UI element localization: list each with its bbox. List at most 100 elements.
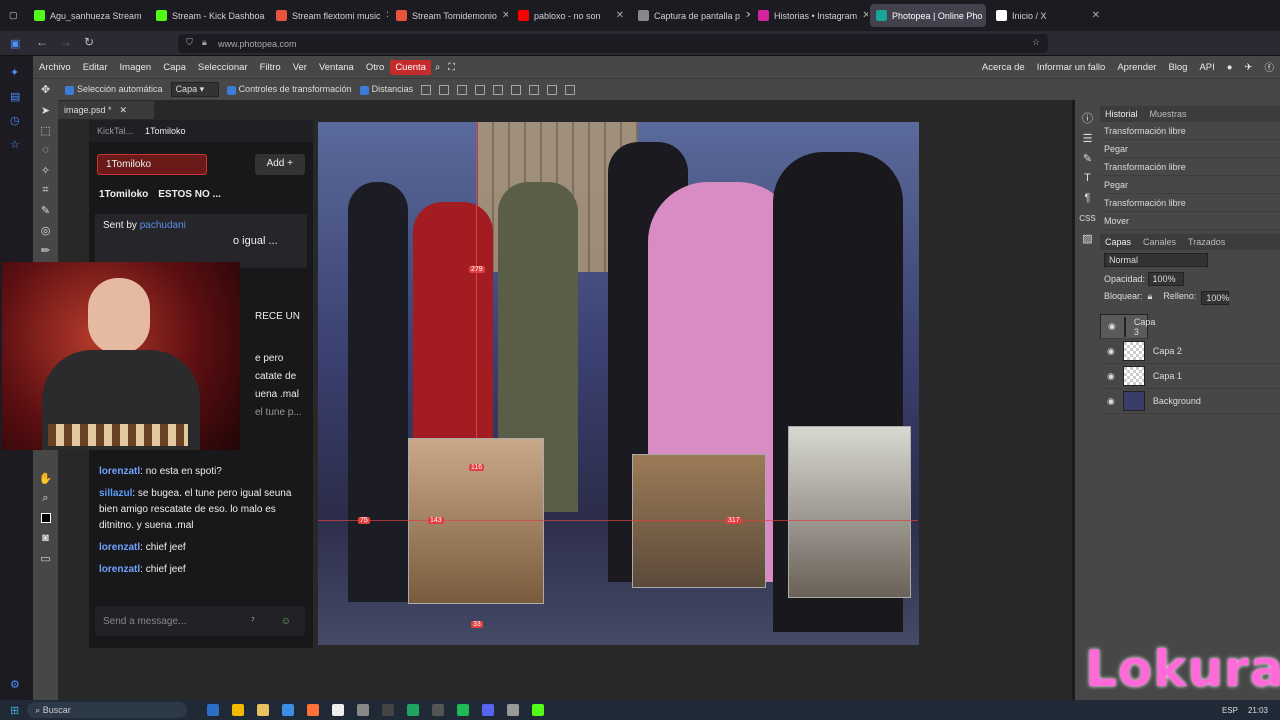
- app-icon[interactable]: [507, 704, 520, 716]
- app-icon[interactable]: [207, 704, 220, 716]
- chat-username[interactable]: lorenzatl: [99, 564, 140, 575]
- sidebar-toggle-icon[interactable]: ▣: [10, 37, 20, 50]
- menu-filtro[interactable]: Filtro: [254, 62, 287, 73]
- blend-mode-dropdown[interactable]: Normal: [1104, 253, 1208, 267]
- chat-username[interactable]: lorenzatl: [99, 542, 140, 553]
- customize-icon[interactable]: ⚙: [10, 678, 20, 691]
- kick-emote-icon[interactable]: ☺: [281, 616, 291, 627]
- opacity-input[interactable]: 100%: [1147, 272, 1184, 286]
- layer-row[interactable]: ◉ Capa 3: [1100, 314, 1155, 339]
- brush-settings-icon[interactable]: ✎: [1075, 148, 1100, 168]
- tab-history[interactable]: Historial: [1105, 109, 1138, 119]
- menu-link[interactable]: Informar un fallo: [1031, 62, 1112, 73]
- search-icon[interactable]: ⌕: [431, 62, 444, 73]
- history-icon[interactable]: ◷: [10, 114, 20, 127]
- browser-tab[interactable]: Photopea | Online Pho✕: [870, 4, 986, 27]
- tab-layers[interactable]: Capas: [1105, 237, 1131, 247]
- bookmarks-icon[interactable]: ☆: [10, 138, 20, 151]
- history-item[interactable]: Mover: [1100, 212, 1280, 230]
- tab-paths[interactable]: Trazados: [1188, 237, 1225, 247]
- clock[interactable]: 21:03: [1248, 706, 1268, 715]
- tab-kicktalk[interactable]: KickTal...: [97, 126, 133, 136]
- close-icon[interactable]: ✕: [862, 10, 868, 21]
- app-icon[interactable]: [432, 704, 445, 716]
- align-top-icon[interactable]: [421, 84, 432, 95]
- menu-link[interactable]: Blog: [1162, 62, 1193, 73]
- distances-checkbox[interactable]: Distancias: [359, 84, 413, 95]
- visibility-eye-icon[interactable]: ◉: [1107, 346, 1115, 357]
- auto-select-dropdown[interactable]: Capa ▾: [170, 82, 219, 97]
- hand-tool-icon[interactable]: ✋: [33, 468, 58, 488]
- pinned-message[interactable]: Sent by pachudani o igual ...: [95, 214, 307, 268]
- align-right-icon[interactable]: [529, 84, 540, 95]
- history-item[interactable]: Transformación libre: [1100, 122, 1280, 140]
- menu-capa[interactable]: Capa: [157, 62, 192, 73]
- document-canvas[interactable]: 279 116 143 75 317 33: [318, 122, 919, 645]
- menu-editar[interactable]: Editar: [77, 62, 114, 73]
- pasted-image-layer-1[interactable]: [788, 426, 911, 598]
- app-icon[interactable]: [407, 704, 420, 716]
- language-indicator[interactable]: ESP: [1222, 706, 1238, 715]
- css-icon[interactable]: CSS: [1075, 208, 1100, 228]
- forward-icon[interactable]: →: [60, 35, 72, 49]
- back-icon[interactable]: ←: [36, 35, 48, 49]
- marquee-tool-icon[interactable]: ⬚: [33, 120, 58, 140]
- close-icon[interactable]: ✕: [745, 10, 750, 21]
- discord-icon[interactable]: [482, 704, 495, 716]
- app-icon[interactable]: [232, 704, 245, 716]
- screen-mode-icon[interactable]: ▭: [33, 548, 58, 568]
- facebook-icon[interactable]: ⓕ: [1258, 60, 1280, 74]
- start-icon[interactable]: ⊞: [10, 704, 19, 717]
- layer-row[interactable]: ◉ Background: [1100, 389, 1280, 414]
- close-icon[interactable]: ✕: [386, 10, 388, 21]
- menu-archivo[interactable]: Archivo: [33, 62, 77, 73]
- history-item[interactable]: Transformación libre: [1100, 194, 1280, 212]
- history-item[interactable]: Pegar: [1100, 176, 1280, 194]
- firefox-view-icon[interactable]: ▢: [3, 4, 23, 27]
- image-icon[interactable]: ▨: [1075, 228, 1100, 248]
- synced-tabs-icon[interactable]: ▤: [10, 90, 20, 103]
- align-middle-icon[interactable]: [439, 84, 450, 95]
- close-icon[interactable]: ✕: [616, 10, 624, 21]
- transform-controls-checkbox[interactable]: Controles de transformación: [226, 84, 352, 95]
- distribute-icon[interactable]: [475, 84, 486, 95]
- browser-tab[interactable]: Agu_sanhueza Stream✕: [28, 4, 146, 27]
- lock-icon[interactable]: 🔒︎: [1148, 291, 1153, 305]
- browser-tab[interactable]: Stream flextomi music ✕: [270, 4, 388, 27]
- emote-icon[interactable]: ⁷: [251, 616, 255, 627]
- browser-tab[interactable]: Historias • Instagram ✕: [752, 4, 868, 27]
- pasted-image-layer-2[interactable]: [632, 454, 766, 588]
- kick-icon[interactable]: [532, 704, 545, 716]
- app-icon[interactable]: [332, 704, 345, 716]
- bookmark-star-icon[interactable]: ☆: [1032, 37, 1040, 48]
- fullscreen-icon[interactable]: ⛶: [444, 62, 459, 73]
- history-item[interactable]: Pegar: [1100, 140, 1280, 158]
- quick-mask-icon[interactable]: ◙: [33, 528, 58, 548]
- spotify-icon[interactable]: [457, 704, 470, 716]
- ai-sparkle-icon[interactable]: ✦: [10, 66, 19, 79]
- address-bar[interactable]: ⛉ 🔒︎ www.photopea.com ☆: [178, 34, 1048, 53]
- history-item[interactable]: Transformación libre: [1100, 158, 1280, 176]
- app-icon[interactable]: [382, 704, 395, 716]
- fill-input[interactable]: 100%: [1201, 291, 1229, 305]
- document-tab[interactable]: image.psd * ✕: [58, 101, 154, 119]
- paragraph-icon[interactable]: ¶: [1075, 188, 1100, 208]
- app-icon[interactable]: [282, 704, 295, 716]
- channel-chip[interactable]: 1Tomiloko: [97, 154, 207, 175]
- zoom-tool-icon[interactable]: ⌕: [33, 488, 58, 508]
- magic-wand-tool-icon[interactable]: ✧: [33, 160, 58, 180]
- tab-swatches[interactable]: Muestras: [1150, 109, 1187, 119]
- taskbar-search[interactable]: ⌕ Buscar: [27, 702, 188, 718]
- reload-icon[interactable]: ↻: [84, 35, 94, 49]
- visibility-eye-icon[interactable]: ◉: [1107, 396, 1115, 407]
- auto-select-checkbox[interactable]: Selección automática: [65, 84, 163, 95]
- reddit-icon[interactable]: ●: [1221, 62, 1239, 73]
- menu-link[interactable]: Aprender: [1111, 62, 1162, 73]
- browser-tab[interactable]: Inicio / X ✕: [990, 4, 1106, 27]
- color-swatches-icon[interactable]: [33, 508, 58, 528]
- patch-tool-icon[interactable]: ◎: [33, 220, 58, 240]
- chat-input[interactable]: Send a message... ⁷ ☺: [95, 606, 305, 636]
- add-button[interactable]: Add +: [254, 154, 305, 175]
- visibility-eye-icon[interactable]: ◉: [1108, 321, 1116, 332]
- eyedropper-tool-icon[interactable]: ✎: [33, 200, 58, 220]
